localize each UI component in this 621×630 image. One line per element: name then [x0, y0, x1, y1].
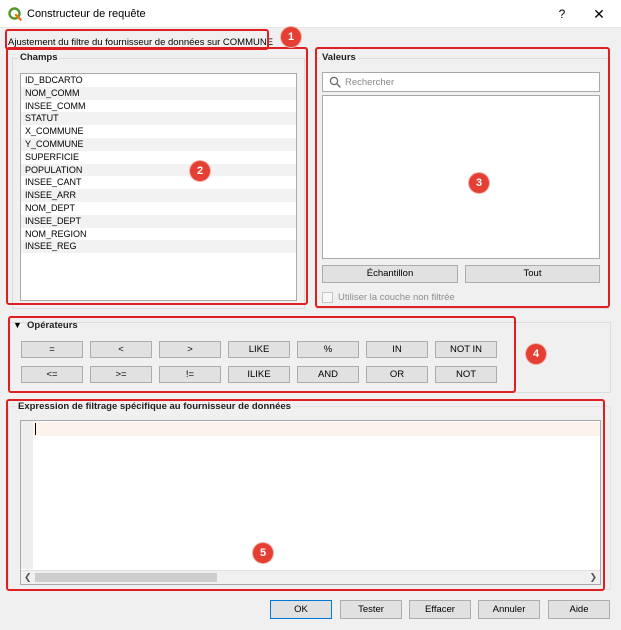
clear-button[interactable]: Effacer [409, 600, 471, 619]
ok-button[interactable]: OK [270, 600, 332, 619]
close-button[interactable]: ✕ [590, 5, 608, 23]
qgis-logo-icon [8, 7, 22, 21]
window-title: Constructeur de requête [27, 8, 146, 20]
test-button[interactable]: Tester [340, 600, 402, 619]
help-button[interactable]: ? [553, 5, 571, 23]
annotation-badge-5: 5 [253, 543, 273, 563]
annotation-box-3 [315, 47, 610, 308]
cancel-button[interactable]: Annuler [478, 600, 540, 619]
help-dialog-button[interactable]: Aide [548, 600, 610, 619]
annotation-box-2 [6, 47, 308, 305]
annotation-box-5 [6, 399, 605, 591]
annotation-badge-1: 1 [281, 27, 301, 47]
annotation-badge-2: 2 [190, 161, 210, 181]
annotation-badge-4: 4 [526, 344, 546, 364]
annotation-box-4 [8, 316, 516, 393]
annotation-badge-3: 3 [469, 173, 489, 193]
